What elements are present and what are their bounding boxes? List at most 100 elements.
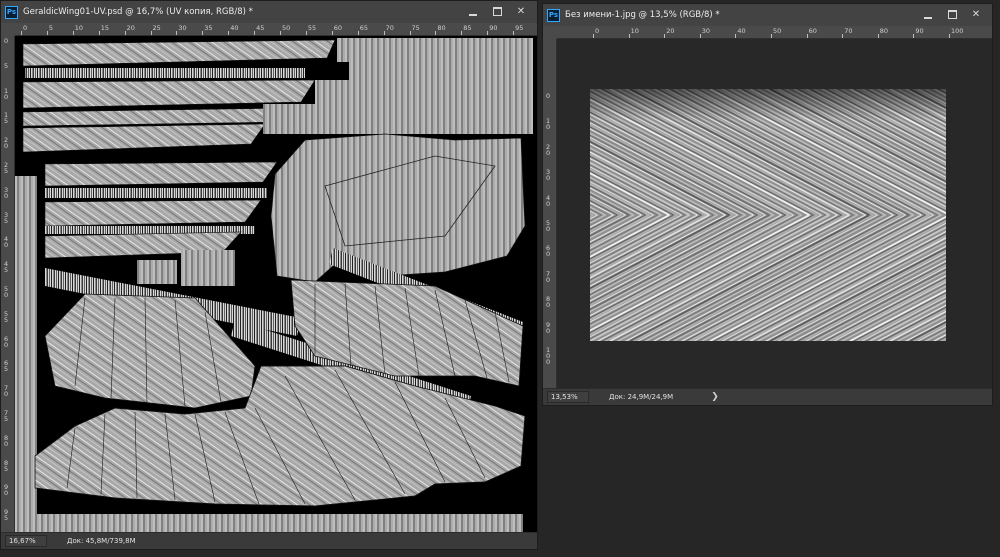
document-window-texture[interactable]: Ps Без имени-1.jpg @ 13,5% (RGB/8) * ✕ 0… bbox=[542, 3, 993, 406]
maximize-icon bbox=[492, 7, 502, 16]
ruler-tick bbox=[664, 34, 666, 38]
ruler-tick bbox=[435, 31, 437, 35]
vertical-ruler[interactable]: 0 1 0 2 0 3 0 4 0 5 0 6 0 7 0 8 0 9 0 1 0 0 bbox=[543, 39, 557, 390]
minimize-icon bbox=[924, 16, 932, 19]
ruler-tick-label: 35 bbox=[204, 24, 213, 32]
ruler-tick-label: 55 bbox=[307, 24, 317, 32]
ruler-tick-label: 20 bbox=[666, 27, 675, 35]
ruler-tick-label: 70 bbox=[844, 27, 853, 35]
ruler-tick bbox=[280, 31, 281, 35]
ruler-tick bbox=[98, 31, 100, 35]
ruler-tick-label: 65 bbox=[359, 24, 368, 32]
ruler-tick bbox=[202, 31, 204, 35]
ruler-tick-label: 75 bbox=[411, 24, 420, 32]
ruler-tick-label: 5 5 bbox=[4, 309, 9, 324]
ruler-tick-label: 40 bbox=[230, 24, 239, 32]
ruler-tick bbox=[331, 31, 333, 35]
ruler-tick-label: 1 0 bbox=[546, 117, 551, 132]
ruler-tick-label: 5 0 bbox=[4, 285, 9, 299]
ruler-tick-label: 2 5 bbox=[4, 161, 9, 175]
zoom-field[interactable]: 13,53% bbox=[547, 391, 589, 403]
close-icon: ✕ bbox=[971, 8, 981, 20]
ruler-tick-label: 0 bbox=[546, 92, 551, 100]
minimize-icon bbox=[469, 13, 477, 16]
title-bar[interactable]: Ps Без имени-1.jpg @ 13,5% (RGB/8) * ✕ bbox=[543, 4, 992, 27]
minimize-button[interactable] bbox=[461, 3, 485, 20]
document-size-info[interactable]: Док: 45,8M/739,8M bbox=[67, 537, 136, 545]
maximize-button[interactable] bbox=[940, 6, 964, 23]
window-controls: ✕ bbox=[916, 6, 988, 23]
ruler-corner bbox=[543, 26, 557, 39]
maximize-button[interactable] bbox=[485, 3, 509, 20]
ruler-tick bbox=[409, 31, 411, 35]
horizontal-ruler[interactable]: 0 10 20 30 40 50 60 70 80 90 100 bbox=[557, 26, 992, 39]
ruler-tick-label: 60 bbox=[808, 27, 817, 35]
close-button[interactable]: ✕ bbox=[509, 3, 533, 20]
ruler-tick bbox=[513, 31, 515, 35]
ruler-tick-label: 50 bbox=[773, 27, 782, 35]
canvas-area[interactable] bbox=[557, 39, 992, 390]
ruler-tick-label: 90 bbox=[489, 24, 498, 32]
ruler-tick-label: 3 0 bbox=[546, 168, 551, 183]
ruler-tick bbox=[913, 34, 915, 38]
ruler-tick-label: 7 5 bbox=[4, 409, 9, 423]
ruler-tick-label: 7 0 bbox=[546, 269, 551, 284]
document-title: Без имени-1.jpg @ 13,5% (RGB/8) * bbox=[565, 10, 720, 20]
ruler-tick-label: 70 bbox=[385, 24, 394, 32]
ruler-tick bbox=[305, 31, 307, 35]
ruler-tick-label: 30 bbox=[178, 24, 187, 32]
ruler-tick-label: 2 0 bbox=[546, 142, 551, 157]
title-bar[interactable]: Ps GeraldicWing01-UV.psd @ 16,7% (UV коп… bbox=[1, 1, 537, 24]
canvas-area[interactable] bbox=[15, 36, 537, 534]
ruler-tick bbox=[771, 34, 772, 38]
window-controls: ✕ bbox=[461, 3, 533, 20]
document-title: GeraldicWing01-UV.psd @ 16,7% (UV копия,… bbox=[23, 7, 253, 17]
ruler-tick-label: 40 bbox=[737, 27, 746, 35]
close-button[interactable]: ✕ bbox=[964, 6, 988, 23]
ruler-tick-label: 50 bbox=[282, 24, 291, 32]
ruler-tick bbox=[699, 34, 701, 38]
ruler-tick-label: 80 bbox=[879, 27, 889, 35]
ruler-tick-label: 7 0 bbox=[4, 384, 9, 399]
ruler-tick bbox=[877, 34, 879, 38]
ruler-tick-label: 85 bbox=[463, 24, 472, 32]
ruler-tick bbox=[124, 31, 126, 35]
ruler-tick-label: 3 5 bbox=[4, 210, 9, 225]
ruler-tick-label: 0 bbox=[4, 37, 9, 45]
status-menu-arrow-icon[interactable]: ❯ bbox=[711, 392, 719, 402]
photoshop-icon: Ps bbox=[547, 8, 560, 22]
ruler-tick bbox=[487, 31, 489, 35]
document-size-info[interactable]: Док: 24,9M/24,9M bbox=[609, 393, 673, 401]
ruler-tick bbox=[21, 31, 22, 35]
uv-layout-image bbox=[15, 38, 533, 534]
ruler-tick bbox=[357, 31, 359, 35]
ruler-tick bbox=[842, 34, 844, 38]
ruler-tick bbox=[254, 31, 256, 35]
ruler-tick-label: 10 bbox=[630, 27, 639, 35]
status-bar: 16,67% Док: 45,8M/739,8M bbox=[1, 532, 537, 549]
ruler-tick-label: 8 0 bbox=[4, 433, 9, 448]
zoom-field[interactable]: 16,67% bbox=[5, 535, 47, 547]
ruler-tick-label: 80 bbox=[437, 24, 446, 32]
close-icon: ✕ bbox=[516, 5, 526, 17]
ruler-tick-label: 2 0 bbox=[4, 136, 9, 151]
ruler-tick-label: 9 0 bbox=[546, 320, 551, 335]
minimize-button[interactable] bbox=[916, 6, 940, 23]
ruler-tick-label: 0 bbox=[23, 24, 28, 32]
ruler-tick-label: 100 bbox=[951, 27, 964, 35]
ruler-tick-label: 25 bbox=[152, 24, 161, 32]
ruler-tick-label: 5 0 bbox=[546, 219, 551, 233]
ruler-tick-label: 9 0 bbox=[4, 483, 9, 498]
ruler-tick-label: 15 bbox=[100, 24, 109, 32]
ruler-tick-label: 4 0 bbox=[4, 235, 9, 250]
ruler-tick-label: 1 0 0 bbox=[546, 346, 551, 366]
ruler-tick-label: 6 0 bbox=[546, 244, 551, 259]
ruler-tick bbox=[228, 31, 230, 35]
ruler-tick-label: 90 bbox=[915, 27, 924, 35]
ruler-tick bbox=[46, 31, 48, 35]
ruler-tick-label: 8 5 bbox=[4, 458, 9, 473]
ruler-tick-label: 60 bbox=[333, 24, 343, 32]
horizontal-ruler[interactable]: 0 5 10 15 20 25 30 35 40 45 50 55 60 65 70 75 80 85 90 95 bbox=[15, 23, 537, 36]
vertical-ruler[interactable]: 0 5 1 0 1 5 2 0 2 5 3 0 3 5 4 0 4 5 5 0 5 5 6 0 6 5 7 … bbox=[1, 36, 15, 534]
document-window-uv[interactable]: Ps GeraldicWing01-UV.psd @ 16,7% (UV коп… bbox=[0, 0, 538, 550]
